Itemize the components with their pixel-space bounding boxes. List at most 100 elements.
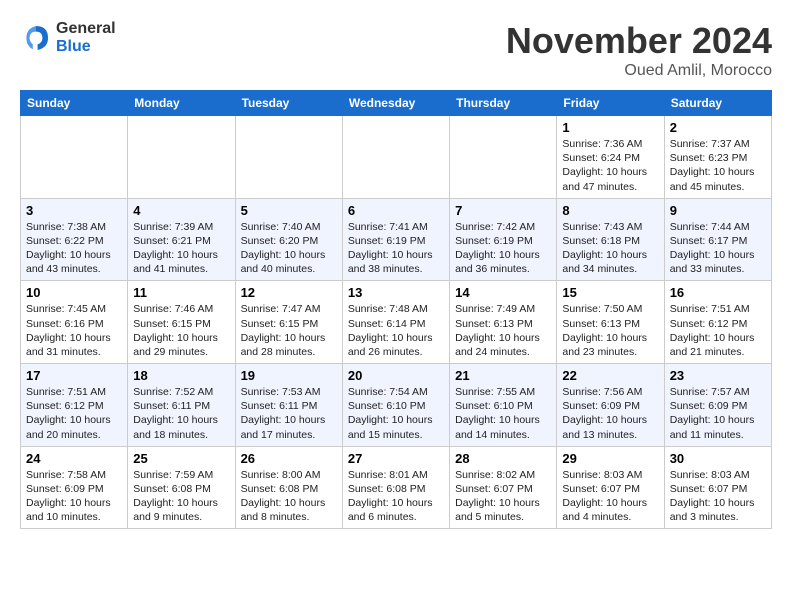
day-number: 11 [133,285,229,300]
day-info: Sunrise: 7:57 AMSunset: 6:09 PMDaylight:… [670,385,766,442]
day-number: 30 [670,451,766,466]
day-number: 17 [26,368,122,383]
day-number: 7 [455,203,551,218]
day-info: Sunrise: 7:45 AMSunset: 6:16 PMDaylight:… [26,302,122,359]
day-info: Sunrise: 8:03 AMSunset: 6:07 PMDaylight:… [562,468,658,525]
day-number: 1 [562,120,658,135]
location: Oued Amlil, Morocco [506,62,772,80]
week-row-5: 24 Sunrise: 7:58 AMSunset: 6:09 PMDayligh… [21,446,772,529]
calendar-cell: 3 Sunrise: 7:38 AMSunset: 6:22 PMDaylight… [21,198,128,281]
day-info: Sunrise: 7:38 AMSunset: 6:22 PMDaylight:… [26,220,122,277]
calendar-cell: 30 Sunrise: 8:03 AMSunset: 6:07 PMDayligh… [664,446,771,529]
day-info: Sunrise: 7:39 AMSunset: 6:21 PMDaylight:… [133,220,229,277]
calendar-cell [21,116,128,199]
day-info: Sunrise: 7:54 AMSunset: 6:10 PMDaylight:… [348,385,444,442]
weekday-header-wednesday: Wednesday [342,91,449,116]
calendar-cell: 16Sunrise: 7:51 AMSunset: 6:12 PMDayligh… [664,281,771,364]
weekday-row: SundayMondayTuesdayWednesdayThursdayFrid… [21,91,772,116]
calendar-table: SundayMondayTuesdayWednesdayThursdayFrid… [20,90,772,529]
calendar-cell: 24 Sunrise: 7:58 AMSunset: 6:09 PMDayligh… [21,446,128,529]
day-number: 10 [26,285,122,300]
day-number: 27 [348,451,444,466]
calendar-cell: 11 Sunrise: 7:46 AMSunset: 6:15 PMDayligh… [128,281,235,364]
day-info: Sunrise: 7:53 AMSunset: 6:11 PMDaylight:… [241,385,337,442]
day-number: 25 [133,451,229,466]
calendar-cell: 17 Sunrise: 7:51 AMSunset: 6:12 PMDayligh… [21,364,128,447]
calendar-cell: 20Sunrise: 7:54 AMSunset: 6:10 PMDayligh… [342,364,449,447]
weekday-header-monday: Monday [128,91,235,116]
calendar-cell: 18Sunrise: 7:52 AMSunset: 6:11 PMDayligh… [128,364,235,447]
calendar-cell: 15 Sunrise: 7:50 AMSunset: 6:13 PMDayligh… [557,281,664,364]
logo-blue-text: Blue [56,38,116,56]
day-number: 19 [241,368,337,383]
day-info: Sunrise: 7:41 AMSunset: 6:19 PMDaylight:… [348,220,444,277]
calendar-cell: 10 Sunrise: 7:45 AMSunset: 6:16 PMDayligh… [21,281,128,364]
day-info: Sunrise: 8:01 AMSunset: 6:08 PMDaylight:… [348,468,444,525]
calendar-cell: 1 Sunrise: 7:36 AMSunset: 6:24 PMDaylight… [557,116,664,199]
calendar-body: 1 Sunrise: 7:36 AMSunset: 6:24 PMDaylight… [21,116,772,529]
calendar-header: SundayMondayTuesdayWednesdayThursdayFrid… [21,91,772,116]
day-info: Sunrise: 7:48 AMSunset: 6:14 PMDaylight:… [348,302,444,359]
day-info: Sunrise: 7:56 AMSunset: 6:09 PMDaylight:… [562,385,658,442]
day-info: Sunrise: 7:58 AMSunset: 6:09 PMDaylight:… [26,468,122,525]
day-info: Sunrise: 8:02 AMSunset: 6:07 PMDaylight:… [455,468,551,525]
week-row-4: 17 Sunrise: 7:51 AMSunset: 6:12 PMDayligh… [21,364,772,447]
day-info: Sunrise: 7:51 AMSunset: 6:12 PMDaylight:… [670,302,766,359]
week-row-3: 10 Sunrise: 7:45 AMSunset: 6:16 PMDayligh… [21,281,772,364]
calendar-cell [128,116,235,199]
day-info: Sunrise: 7:36 AMSunset: 6:24 PMDaylight:… [562,137,658,194]
weekday-header-saturday: Saturday [664,91,771,116]
day-number: 22 [562,368,658,383]
day-number: 21 [455,368,551,383]
day-info: Sunrise: 7:46 AMSunset: 6:15 PMDaylight:… [133,302,229,359]
day-info: Sunrise: 7:55 AMSunset: 6:10 PMDaylight:… [455,385,551,442]
day-info: Sunrise: 7:59 AMSunset: 6:08 PMDaylight:… [133,468,229,525]
calendar-cell: 5 Sunrise: 7:40 AMSunset: 6:20 PMDaylight… [235,198,342,281]
calendar-cell: 22 Sunrise: 7:56 AMSunset: 6:09 PMDayligh… [557,364,664,447]
weekday-header-tuesday: Tuesday [235,91,342,116]
day-info: Sunrise: 7:47 AMSunset: 6:15 PMDaylight:… [241,302,337,359]
day-number: 29 [562,451,658,466]
logo-general-text: General [56,20,116,38]
month-title: November 2024 [506,20,772,62]
day-number: 8 [562,203,658,218]
day-info: Sunrise: 7:51 AMSunset: 6:12 PMDaylight:… [26,385,122,442]
logo: General Blue [20,20,116,55]
day-number: 6 [348,203,444,218]
calendar-cell: 7Sunrise: 7:42 AMSunset: 6:19 PMDaylight… [450,198,557,281]
day-info: Sunrise: 7:49 AMSunset: 6:13 PMDaylight:… [455,302,551,359]
day-number: 18 [133,368,229,383]
calendar-cell: 23Sunrise: 7:57 AMSunset: 6:09 PMDayligh… [664,364,771,447]
day-number: 26 [241,451,337,466]
day-number: 24 [26,451,122,466]
day-number: 13 [348,285,444,300]
day-number: 15 [562,285,658,300]
day-number: 5 [241,203,337,218]
day-number: 14 [455,285,551,300]
day-info: Sunrise: 7:43 AMSunset: 6:18 PMDaylight:… [562,220,658,277]
calendar-cell: 13 Sunrise: 7:48 AMSunset: 6:14 PMDayligh… [342,281,449,364]
weekday-header-thursday: Thursday [450,91,557,116]
page-header: General Blue November 2024 Oued Amlil, M… [20,20,772,80]
calendar-cell: 2 Sunrise: 7:37 AMSunset: 6:23 PMDaylight… [664,116,771,199]
day-info: Sunrise: 8:00 AMSunset: 6:08 PMDaylight:… [241,468,337,525]
day-info: Sunrise: 7:37 AMSunset: 6:23 PMDaylight:… [670,137,766,194]
calendar-cell: 21 Sunrise: 7:55 AMSunset: 6:10 PMDayligh… [450,364,557,447]
calendar-cell: 19 Sunrise: 7:53 AMSunset: 6:11 PMDayligh… [235,364,342,447]
day-number: 2 [670,120,766,135]
calendar-cell: 26 Sunrise: 8:00 AMSunset: 6:08 PMDayligh… [235,446,342,529]
calendar-cell: 25 Sunrise: 7:59 AMSunset: 6:08 PMDayligh… [128,446,235,529]
calendar-cell: 28 Sunrise: 8:02 AMSunset: 6:07 PMDayligh… [450,446,557,529]
day-info: Sunrise: 8:03 AMSunset: 6:07 PMDaylight:… [670,468,766,525]
day-number: 12 [241,285,337,300]
day-number: 28 [455,451,551,466]
day-info: Sunrise: 7:50 AMSunset: 6:13 PMDaylight:… [562,302,658,359]
day-number: 3 [26,203,122,218]
calendar-cell: 6 Sunrise: 7:41 AMSunset: 6:19 PMDaylight… [342,198,449,281]
calendar-cell: 4Sunrise: 7:39 AMSunset: 6:21 PMDaylight… [128,198,235,281]
weekday-header-friday: Friday [557,91,664,116]
weekday-header-sunday: Sunday [21,91,128,116]
day-info: Sunrise: 7:40 AMSunset: 6:20 PMDaylight:… [241,220,337,277]
calendar-cell: 9Sunrise: 7:44 AMSunset: 6:17 PMDaylight… [664,198,771,281]
logo-text: General Blue [56,20,116,55]
